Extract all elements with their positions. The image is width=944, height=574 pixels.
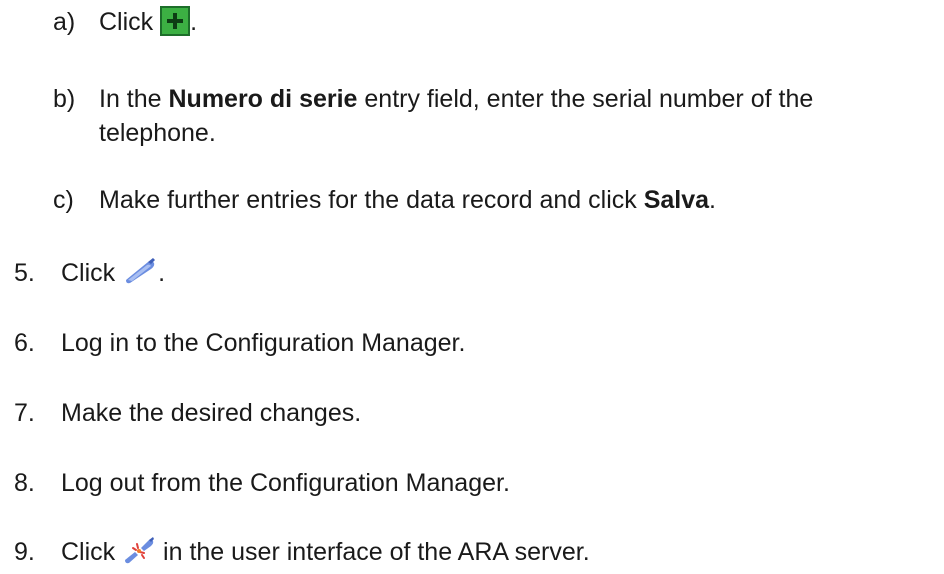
step-8-marker: 8. (14, 469, 35, 497)
step-a: a) Click . (53, 5, 197, 39)
step-5: 5. Click . (14, 256, 165, 290)
step-5-marker: 5. (14, 259, 35, 287)
step-c-marker: c) (53, 186, 74, 214)
step-c: c) Make further entries for the data reco… (53, 183, 716, 217)
step-b-text: In the Numero di serie entry field, ente… (99, 85, 814, 113)
step-b-marker: b) (53, 85, 76, 113)
step-c-text: Make further entries for the data record… (99, 186, 716, 214)
field-name-numero-di-serie: Numero di serie (168, 85, 358, 113)
button-name-salva: Salva (643, 186, 710, 214)
step-8-text: Log out from the Configuration Manager. (61, 469, 510, 497)
step-7-marker: 7. (14, 399, 35, 427)
green-plus-add-icon (160, 6, 191, 36)
step-5-text: Click . (61, 258, 165, 287)
step-a-text: Click . (99, 6, 198, 36)
step-9-text: Click in the user interface of the ARA s… (61, 537, 590, 566)
step-9-marker: 9. (14, 538, 35, 566)
step-8: 8. Log out from the Configuration Manager… (14, 466, 510, 500)
step-b: b) In the Numero di serie entry field, en… (53, 82, 813, 116)
step-9: 9. Click in the user interface of the ARA… (14, 535, 590, 569)
step-b-continuation: telephone. (99, 119, 216, 147)
step-7: 7. Make the desired changes. (14, 396, 361, 430)
step-6: 6. Log in to the Configuration Manager. (14, 326, 465, 360)
connect-plug-icon (126, 258, 156, 284)
step-6-text: Log in to the Configuration Manager. (61, 329, 466, 357)
step-7-text: Make the desired changes. (61, 399, 362, 427)
step-a-marker: a) (53, 8, 76, 36)
step-6-marker: 6. (14, 329, 35, 357)
disconnect-plug-icon (125, 537, 155, 564)
